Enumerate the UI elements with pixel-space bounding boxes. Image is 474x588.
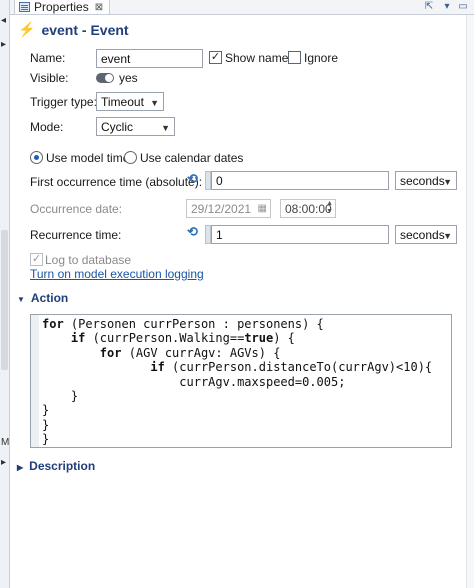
- triangle-right-icon: ▶: [17, 463, 24, 472]
- occurrence-date-field[interactable]: 29/12/2021 ▦: [186, 199, 271, 218]
- occurrence-time-field[interactable]: 08:00:00 ▲ ▼: [280, 199, 336, 218]
- tab-label: Properties: [34, 0, 89, 14]
- ignore-label: Ignore: [304, 51, 339, 65]
- panel-title: ⚡ event - Event: [18, 21, 129, 38]
- visible-label: Visible:: [30, 71, 69, 85]
- triangle-down-icon: ▼: [17, 295, 25, 304]
- gutter-mark: ◂: [1, 15, 7, 26]
- occurrence-date-value: 29/12/2021: [191, 202, 252, 216]
- left-scrollbar[interactable]: [1, 230, 8, 370]
- mode-label: Mode:: [30, 120, 64, 134]
- editor-gutter: [31, 315, 39, 447]
- tab-properties[interactable]: Properties ⊠: [14, 0, 111, 15]
- use-model-time-radio[interactable]: [30, 151, 43, 164]
- right-scrollbar[interactable]: [466, 15, 474, 588]
- mode-value: Cyclic: [101, 120, 133, 134]
- code-line: if (currPerson.Walking==true) {: [70, 331, 295, 346]
- pin-icon[interactable]: ⇱: [422, 1, 436, 13]
- trigger-type-label: Trigger type:: [30, 95, 97, 109]
- name-field[interactable]: event: [96, 49, 203, 68]
- first-occurrence-unit: seconds: [400, 174, 445, 188]
- log-to-database-label: Log to database: [45, 253, 132, 267]
- gutter-mark: M: [1, 437, 10, 448]
- page-title: event - Event: [41, 21, 129, 38]
- chevron-down-icon: ▼: [443, 177, 452, 187]
- code-line: }: [42, 432, 50, 447]
- recurrence-field[interactable]: 1: [211, 225, 389, 244]
- log-to-database-checkbox[interactable]: ✓: [30, 253, 43, 266]
- recurrence-unit: seconds: [400, 228, 445, 242]
- trigger-type-value: Timeout: [101, 95, 144, 109]
- chevron-down-icon: ▼: [443, 231, 452, 241]
- name-label: Name:: [30, 51, 66, 65]
- mode-select[interactable]: Cyclic ▼: [96, 117, 175, 136]
- lightning-icon: ⚡: [18, 21, 36, 37]
- first-occurrence-label: First occurrence time (absolute):: [30, 175, 203, 189]
- visible-toggle[interactable]: [96, 73, 114, 83]
- spinner-icon[interactable]: ▲ ▼: [326, 200, 333, 216]
- code-line: if (currPerson.distanceTo(currAgv)<10){: [150, 360, 433, 375]
- code-line: }: [42, 389, 79, 404]
- action-code-editor[interactable]: for (Personen currPerson : personens) { …: [30, 314, 452, 448]
- description-section-header[interactable]: ▶ Description: [17, 459, 95, 473]
- recurrence-label: Recurrence time:: [30, 228, 122, 242]
- properties-icon: [19, 2, 30, 12]
- gutter-mark: ▸: [1, 39, 7, 50]
- code-line: currAgv.maxspeed=0.005;: [42, 374, 346, 389]
- code-line: for (AGV currAgv: AGVs) {: [99, 345, 281, 360]
- action-section-label: Action: [30, 291, 69, 305]
- ignore-checkbox[interactable]: [288, 51, 301, 64]
- recurrence-unit-select[interactable]: seconds ▼: [395, 225, 457, 244]
- view-menu-icon[interactable]: ▾: [440, 1, 454, 13]
- use-calendar-dates-radio[interactable]: [124, 151, 137, 164]
- refresh-icon[interactable]: ⟲: [187, 224, 198, 240]
- refresh-icon[interactable]: ⟲: [187, 171, 198, 187]
- close-icon[interactable]: ⊠: [95, 2, 103, 13]
- description-section-label: Description: [29, 459, 96, 473]
- code-line: }: [42, 417, 50, 432]
- tab-bar: Properties ⊠ ⇱ ▾ ▭: [10, 0, 474, 15]
- left-gutter: ◂ ▸ M ▸: [0, 0, 10, 588]
- chevron-down-icon: ▼: [150, 98, 159, 108]
- chevron-down-icon: ▼: [161, 123, 170, 133]
- code-line: for (Personen currPerson : personens) {: [42, 317, 324, 331]
- show-name-checkbox[interactable]: ✓: [209, 51, 222, 64]
- first-occurrence-unit-select[interactable]: seconds ▼: [395, 171, 457, 190]
- code-line: }: [42, 403, 50, 418]
- action-section-header[interactable]: ▼ Action: [17, 291, 68, 305]
- trigger-type-select[interactable]: Timeout ▼: [96, 92, 164, 111]
- gutter-mark: ▸: [1, 457, 7, 468]
- calendar-icon[interactable]: ▦: [258, 202, 267, 216]
- code-text[interactable]: for (Personen currPerson : personens) { …: [42, 317, 432, 447]
- occurrence-date-label: Occurrence date:: [30, 202, 123, 216]
- minimize-icon[interactable]: ▭: [456, 1, 470, 13]
- visible-value: yes: [119, 71, 138, 85]
- occurrence-time-value: 08:00:00: [285, 202, 332, 216]
- show-name-label: Show name: [225, 51, 289, 65]
- use-model-time-label: Use model time: [46, 151, 130, 165]
- execution-logging-link[interactable]: Turn on model execution logging: [30, 267, 204, 281]
- use-calendar-dates-label: Use calendar dates: [140, 151, 244, 165]
- first-occurrence-field[interactable]: 0: [211, 171, 389, 190]
